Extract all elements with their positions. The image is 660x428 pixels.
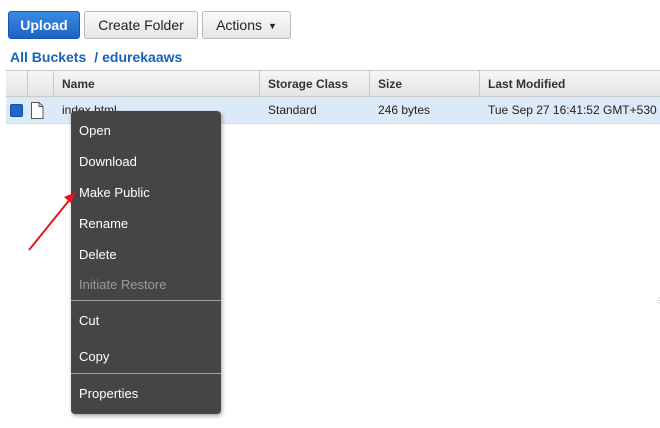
annotation-arrow: [28, 192, 76, 251]
scrollbar-grip[interactable]: ⋮: [655, 296, 660, 305]
